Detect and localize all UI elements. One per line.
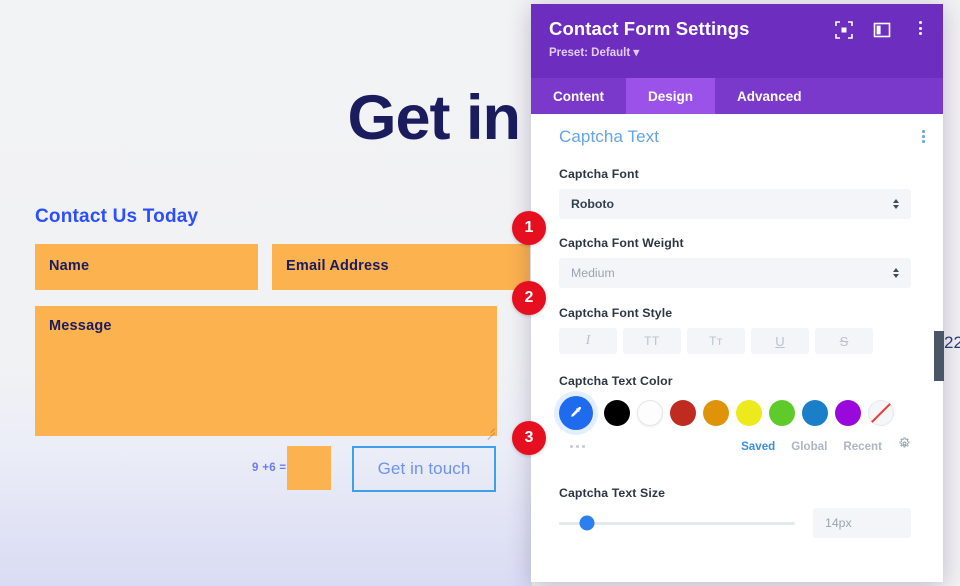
swatch-yellow[interactable] [736,400,762,426]
font-style-buttons: I TT Tᴛ U S [559,328,911,354]
panel-scrollbar[interactable] [934,331,944,381]
captcha-font-label: Captcha Font [559,167,639,181]
modal-tabs: Content Design Advanced [531,78,943,114]
swatch-orange[interactable] [703,400,729,426]
gear-icon[interactable] [898,437,911,455]
website-preview: Get in Contact Us Today Name Email Addre… [0,0,532,586]
header-icon-group [835,21,929,39]
captcha-font-weight-label: Captcha Font Weight [559,236,684,250]
modal-body: Captcha Text Captcha Font Roboto Captcha… [531,114,943,582]
captcha-font-style-label: Captcha Font Style [559,306,673,320]
captcha-text-color-label: Captcha Text Color [559,374,673,388]
callout-badge-1: 1 [512,211,546,245]
italic-button[interactable]: I [559,328,617,354]
more-vertical-icon[interactable] [911,21,929,39]
callout-badge-2: 2 [512,281,546,315]
callout-badge-3: 3 [512,421,546,455]
tab-content[interactable]: Content [531,78,626,114]
captcha-answer-input[interactable] [287,446,332,490]
captcha-font-weight-group: Captcha Font Weight Medium [559,236,911,288]
swatch-red[interactable] [670,400,696,426]
uppercase-button[interactable]: TT [623,328,681,354]
email-input[interactable]: Email Address [272,244,530,290]
color-tab-saved[interactable]: Saved [741,440,775,453]
settings-modal: Contact Form Settings Preset: Default ▾ [531,4,943,582]
form-title: Contact Us Today [35,206,199,227]
eyedropper-icon[interactable] [559,396,593,430]
color-swatch-row [559,396,911,430]
color-meta-row: Saved Global Recent [559,437,911,455]
hero-heading: Get in [347,83,521,153]
message-placeholder: Message [49,318,112,334]
captcha-font-weight-value: Medium [571,266,615,280]
swatch-white[interactable] [637,400,663,426]
name-input[interactable]: Name [35,244,258,290]
underline-button[interactable]: U [751,328,809,354]
chevron-down-icon: ▾ [633,47,640,59]
text-size-value[interactable]: 14px [813,508,911,538]
spinner-icon [893,268,899,278]
submit-button[interactable]: Get in touch [352,446,496,492]
focus-icon[interactable] [835,21,853,39]
modal-header: Contact Form Settings Preset: Default ▾ [531,4,943,78]
preset-selector[interactable]: Preset: Default ▾ [549,45,925,59]
color-tab-global[interactable]: Global [791,440,827,453]
captcha-font-select[interactable]: Roboto [559,189,911,219]
spinner-icon [893,199,899,209]
swatch-black[interactable] [604,400,630,426]
captcha-font-group: Captcha Font Roboto [559,167,911,219]
swatch-none[interactable] [868,400,894,426]
color-tab-recent[interactable]: Recent [843,440,882,453]
section-heading[interactable]: Captcha Text [559,127,659,147]
captcha-font-style-group: Captcha Font Style I TT Tᴛ U S [559,306,911,354]
captcha-font-value: Roboto [571,197,615,211]
color-source-tabs: Saved Global Recent [741,437,911,455]
captcha-row: 9 +6 = [252,446,332,490]
swatch-purple[interactable] [835,400,861,426]
screenshot-root: Get in Contact Us Today Name Email Addre… [0,0,960,586]
resize-handle-icon[interactable] [484,423,495,434]
edge-number: 22 [944,333,960,352]
preset-label: Preset: Default [549,47,631,59]
slider-handle[interactable] [579,515,595,531]
captcha-question: 9 +6 = [252,462,287,474]
captcha-font-weight-select[interactable]: Medium [559,258,911,288]
more-horizontal-icon[interactable] [570,444,585,448]
text-size-slider[interactable] [559,515,795,531]
message-textarea[interactable]: Message [35,306,497,436]
tab-advanced[interactable]: Advanced [715,78,824,114]
swatch-blue[interactable] [802,400,828,426]
captcha-text-size-label: Captcha Text Size [559,486,666,500]
smallcaps-button[interactable]: Tᴛ [687,328,745,354]
text-size-slider-row: 14px [559,508,911,538]
captcha-text-color-group: Captcha Text Color Saved Global Recent [559,374,911,453]
layout-icon[interactable] [873,21,891,39]
swatch-green[interactable] [769,400,795,426]
tab-design[interactable]: Design [626,78,716,114]
section-menu-icon[interactable] [922,130,925,143]
strikethrough-button[interactable]: S [815,328,873,354]
captcha-text-size-group: Captcha Text Size 14px [559,486,911,538]
